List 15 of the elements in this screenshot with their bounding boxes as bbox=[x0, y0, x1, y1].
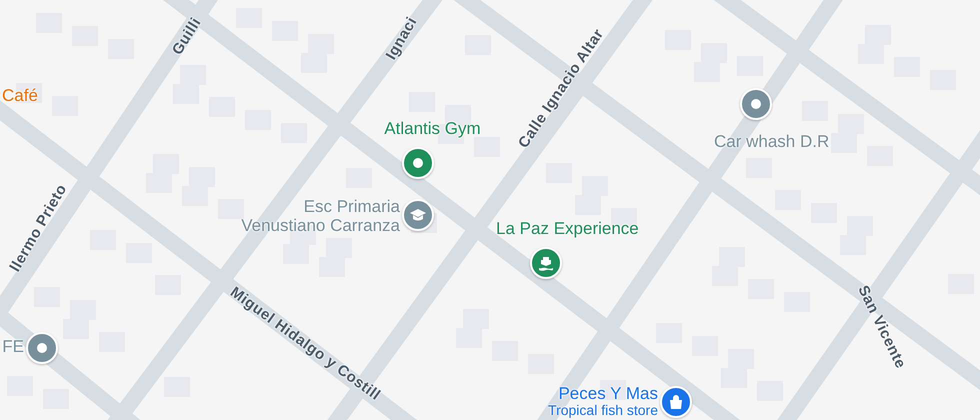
graduation-cap-icon bbox=[409, 208, 427, 222]
place-subtitle: Tropical fish store bbox=[548, 403, 658, 418]
place-name[interactable]: Atlantis Gym bbox=[384, 119, 481, 138]
place-name[interactable]: Café bbox=[2, 86, 38, 105]
location-dot-icon bbox=[750, 98, 762, 110]
place-name[interactable]: Car whash D.R bbox=[714, 132, 830, 151]
place-name[interactable]: La Paz Experience bbox=[496, 219, 639, 238]
place-name[interactable]: Esc Primaria bbox=[241, 197, 400, 216]
location-dot-icon bbox=[36, 342, 48, 354]
shopping-bag-icon bbox=[669, 394, 683, 410]
place-subtitle: Venustiano Carranza bbox=[241, 216, 400, 235]
location-dot-icon bbox=[412, 157, 424, 169]
place-name[interactable]: Peces Y Mas bbox=[548, 384, 658, 403]
place-name[interactable]: FE bbox=[2, 337, 24, 356]
boat-icon bbox=[538, 255, 554, 271]
